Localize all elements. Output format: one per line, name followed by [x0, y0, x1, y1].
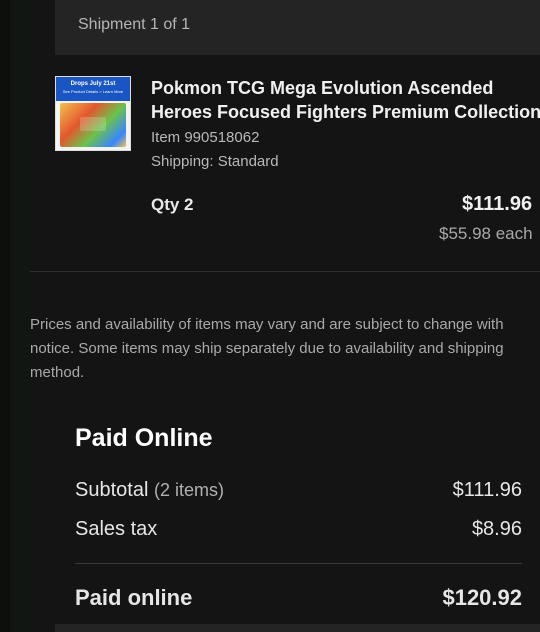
- price-availability-notice: Prices and availability of items may var…: [30, 313, 540, 385]
- quantity: Qty 2: [151, 195, 194, 214]
- section-divider: [30, 271, 540, 272]
- subtotal-item-count: (2 items): [153, 480, 224, 500]
- paid-online-label: Paid online: [75, 585, 193, 610]
- thumbnail-banner-subtext: See Product Details > Learn More: [62, 89, 124, 94]
- product-thumbnail[interactable]: Drops July 21st See Product Details > Le…: [55, 76, 131, 151]
- subtotal-value: $111.96: [452, 479, 522, 501]
- thumbnail-banner: Drops July 21st See Product Details > Le…: [56, 77, 130, 101]
- bottom-panel-edge: [55, 624, 540, 632]
- paid-online-total: $120.92: [442, 585, 522, 610]
- item-price-total: $111.96: [462, 193, 533, 215]
- product-title-line-1: Pokmon TCG Mega Evolution Ascended: [151, 78, 494, 98]
- item-price-each: $55.98 each: [439, 224, 533, 243]
- shipping-method: Shipping: Standard: [151, 153, 279, 170]
- sales-tax-label: Sales tax: [75, 518, 158, 540]
- shipment-header: Shipment 1 of 1: [55, 0, 540, 55]
- shipment-label: Shipment 1 of 1: [78, 16, 191, 33]
- sales-tax-value: $8.96: [471, 518, 522, 540]
- notice-line-3: method.: [30, 364, 85, 381]
- product-box-art: [60, 103, 126, 147]
- subtotal-label: Subtotal (2 items): [75, 479, 224, 502]
- product-title-line-2: Heroes Focused Fighters Premium Collecti…: [151, 102, 540, 122]
- left-edge-rail-inner: [10, 0, 30, 632]
- notice-line-1: Prices and availability of items may var…: [30, 316, 504, 333]
- product-title[interactable]: Pokmon TCG Mega Evolution Ascended Heroe…: [151, 76, 540, 124]
- item-number: Item 990518062: [151, 129, 260, 146]
- left-edge-rail: [0, 0, 10, 632]
- payment-summary-heading: Paid Online: [75, 424, 213, 452]
- subtotal-label-text: Subtotal: [75, 479, 149, 501]
- notice-line-2: notice. Some items may ship separately d…: [30, 340, 504, 357]
- summary-divider: [75, 563, 522, 564]
- thumbnail-banner-title: Drops July 21st: [70, 81, 116, 87]
